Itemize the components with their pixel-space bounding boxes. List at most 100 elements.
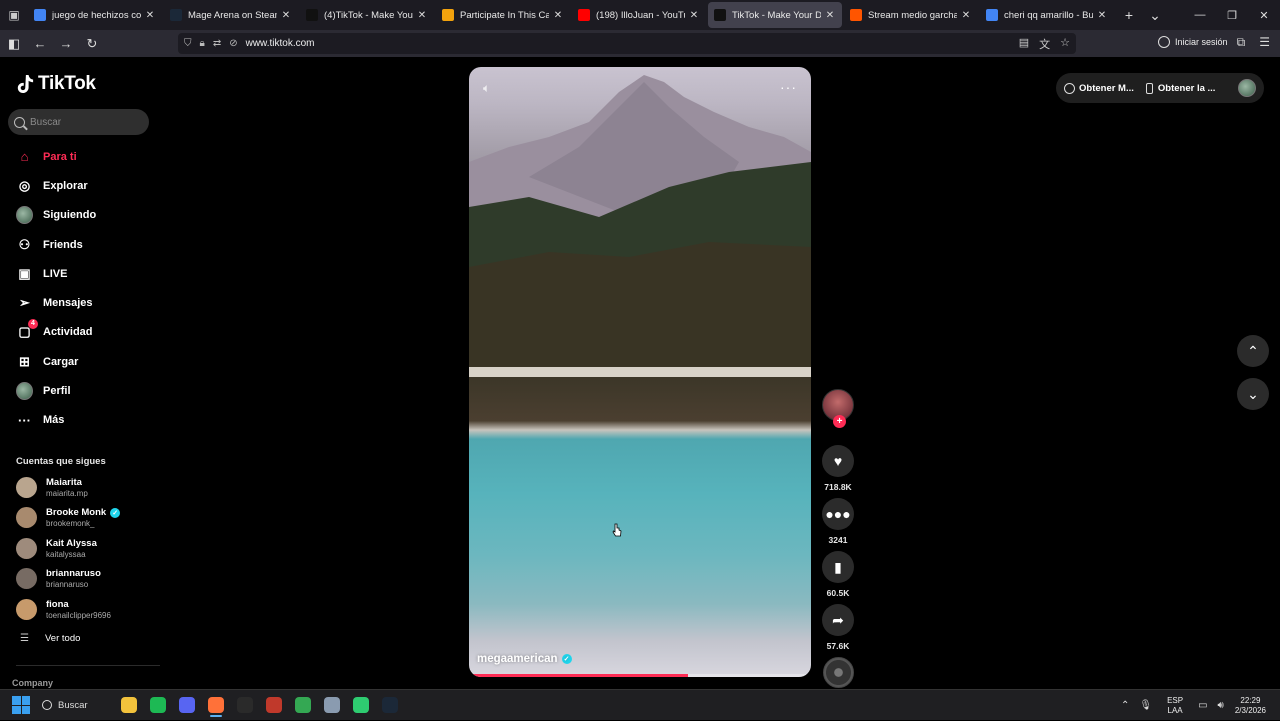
voicemod-icon[interactable] (259, 693, 288, 717)
sidebar-item-siguiendo[interactable]: Siguiendo (16, 201, 156, 230)
close-tab-icon[interactable]: ✕ (824, 10, 836, 21)
steam-icon[interactable] (375, 693, 404, 717)
browser-tab[interactable]: Participate In This Cases Ba ✕ (436, 2, 570, 28)
extensions-icon[interactable]: ⧉ (1237, 35, 1246, 50)
verified-icon: ✓ (561, 654, 572, 664)
sidebar-item-label: Actividad (43, 326, 93, 339)
sidebar-toggle-icon[interactable]: ◧ (2, 32, 26, 56)
browser-tab[interactable]: cheri qq amarillo - Buscar c ✕ (980, 2, 1114, 28)
file-explorer-icon[interactable] (114, 693, 143, 717)
sidebar-item-cargar[interactable]: ⊞ Cargar (16, 347, 156, 376)
browser-tab[interactable]: (198) IlloJuan - YouTube ✕ (572, 2, 706, 28)
browser-tab[interactable]: Mage Arena on Steam ✕ (164, 2, 298, 28)
volume-icon[interactable]: 🔊︎ (1218, 700, 1224, 711)
tracking-icon[interactable]: ⊘ (229, 38, 237, 49)
chevron-up-icon[interactable]: ⌃ (1121, 700, 1129, 711)
forward-button[interactable]: → (54, 32, 78, 56)
bookmark-icon[interactable]: ▮ (822, 551, 854, 583)
like-action[interactable]: ♥ 718.8K (821, 445, 855, 492)
sidebar-item-para-ti[interactable]: ⌂ Para ti (16, 142, 156, 171)
share-action[interactable]: ➦ 57.6K (821, 604, 855, 651)
get-coins-button[interactable]: Obtener M... (1064, 82, 1134, 94)
settings-icon[interactable] (317, 693, 346, 717)
permissions-icon[interactable]: ⇄ (213, 38, 221, 49)
tab-overview-icon[interactable]: ▣ (0, 0, 28, 30)
verified-icon: ✓ (110, 507, 121, 518)
see-all-button[interactable]: ☰ Ver todo (20, 633, 80, 644)
bookmark-star-icon[interactable]: ☆ (1060, 36, 1070, 52)
sidebar-item-actividad[interactable]: ▢ 4 Actividad (16, 318, 156, 347)
following-account[interactable]: Kait Alyssa kaitalyssaa (16, 534, 156, 562)
following-account[interactable]: Brooke Monk ✓ brookemonk_ (16, 504, 156, 532)
sidebar-item-perfil[interactable]: Perfil (16, 376, 156, 405)
taskbar-search[interactable]: Buscar (42, 700, 102, 711)
chrome-icon[interactable] (288, 693, 317, 717)
list-tabs-button[interactable]: ⌄ (1142, 7, 1168, 24)
more-options-icon[interactable]: ··· (780, 79, 797, 95)
clock[interactable]: 22:29 2/3/2026 (1235, 696, 1266, 716)
comment-icon[interactable]: ●●● (822, 498, 854, 530)
new-tab-button[interactable]: + (1116, 7, 1142, 23)
author-name: megaamerican (477, 653, 558, 665)
signin-button[interactable]: Iniciar sesión (1158, 36, 1228, 48)
browser-tab[interactable]: (4)TikTok - Make Your Day ✕ (300, 2, 434, 28)
video-progress-bar[interactable] (469, 674, 811, 677)
user-avatar[interactable] (1238, 79, 1256, 97)
close-window-button[interactable]: ✕ (1248, 0, 1280, 30)
back-button[interactable]: ← (28, 32, 52, 56)
close-tab-icon[interactable]: ✕ (960, 10, 972, 21)
volume-icon[interactable]: 🔈︎ (483, 81, 497, 95)
minimize-button[interactable]: — (1184, 0, 1216, 30)
sidebar-item-friends[interactable]: ⚇ Friends (16, 230, 156, 259)
previous-video-button[interactable]: ⌃ (1237, 335, 1269, 367)
menu-icon[interactable]: ☰ (1259, 35, 1270, 50)
next-video-button[interactable]: ⌄ (1237, 378, 1269, 410)
reader-view-icon[interactable]: ▤ (1019, 36, 1029, 52)
close-tab-icon[interactable]: ✕ (552, 10, 564, 21)
following-account[interactable]: Maiarita maiarita.mp (16, 473, 156, 501)
get-app-button[interactable]: Obtener la ... (1145, 82, 1215, 94)
spotify-icon[interactable] (143, 693, 172, 717)
browser-tab[interactable]: juego de hechizos con voz ✕ (28, 2, 162, 28)
save-count: 60.5K (826, 588, 850, 598)
creator-avatar[interactable]: + (822, 389, 854, 428)
epic-games-icon[interactable] (230, 693, 259, 717)
heart-icon[interactable]: ♥ (822, 445, 854, 477)
music-disc-icon[interactable] (822, 657, 854, 688)
firefox-icon[interactable] (201, 693, 230, 717)
reload-button[interactable]: ↻ (80, 32, 104, 56)
company-link[interactable]: Company (12, 678, 53, 688)
sidebar-item-live[interactable]: ▣ LIVE (16, 259, 156, 288)
discord-icon[interactable] (172, 693, 201, 717)
sidebar-item-explorar[interactable]: ◎ Explorar (16, 171, 156, 200)
shield-icon[interactable]: ⛉ (184, 38, 192, 49)
browser-tab[interactable]: Stream medio garcha by Pe ✕ (844, 2, 978, 28)
sidebar-item-más[interactable]: ··· Más (16, 406, 156, 435)
microphone-icon[interactable]: 🎙︎ (1139, 700, 1152, 711)
share-icon[interactable]: ➦ (822, 604, 854, 636)
lock-icon[interactable]: 🔒︎ (200, 38, 205, 49)
translate-icon[interactable]: 文 (1039, 36, 1050, 52)
browser-tab[interactable]: TikTok - Make Your Day ✕ (708, 2, 842, 28)
search-input[interactable]: Buscar (8, 109, 149, 135)
tiktok-logo[interactable]: TikTok (16, 73, 96, 95)
maximize-button[interactable]: ❐ (1216, 0, 1248, 30)
windows-start-icon[interactable] (12, 696, 30, 714)
sidebar-item-mensajes[interactable]: ➢ Mensajes (16, 288, 156, 317)
close-tab-icon[interactable]: ✕ (688, 10, 700, 21)
language-indicator[interactable]: ESP LAA (1167, 696, 1183, 716)
comment-action[interactable]: ●●● 3241 (821, 498, 855, 545)
close-tab-icon[interactable]: ✕ (144, 10, 156, 21)
close-tab-icon[interactable]: ✕ (280, 10, 292, 21)
green-app-icon[interactable] (346, 693, 375, 717)
close-tab-icon[interactable]: ✕ (416, 10, 428, 21)
close-tab-icon[interactable]: ✕ (1096, 10, 1108, 21)
follow-plus-icon[interactable]: + (833, 415, 846, 428)
url-bar[interactable]: ⛉ 🔒︎ ⇄ ⊘ www.tiktok.com ▤ 文 ☆ (178, 33, 1076, 54)
video-author[interactable]: megaamerican ✓ (477, 653, 572, 665)
following-account[interactable]: briannaruso briannaruso (16, 565, 156, 593)
following-account[interactable]: fiona toenailclipper9696 (16, 595, 156, 623)
video-player[interactable]: 🔈︎ ··· megaamerican ✓ (469, 67, 811, 677)
save-action[interactable]: ▮ 60.5K (821, 551, 855, 598)
network-icon[interactable]: ▭ (1198, 700, 1207, 711)
